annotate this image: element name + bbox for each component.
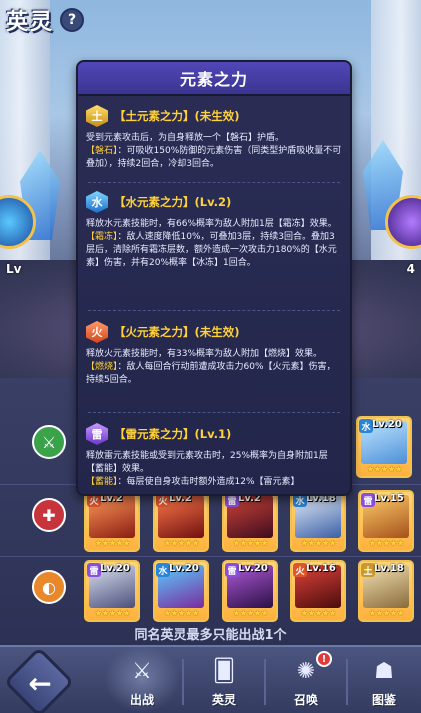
section-name: 【土元素之力】(未生效) bbox=[114, 109, 240, 123]
attack-role-icon[interactable]: ⚔ bbox=[32, 425, 66, 459]
star-rating: ★★★★★ bbox=[163, 539, 199, 549]
defense-role-icon[interactable]: ✚ bbox=[32, 498, 66, 532]
hero-card[interactable]: 水 Lv.18 ★★★★★ bbox=[290, 490, 346, 552]
nav-tab-label: 英灵 bbox=[211, 693, 236, 707]
thunder-power-section: 雷 【雷元素之力】(Lv.1) 释放雷元素技能或受到元素攻击时，25%概率为自身… bbox=[86, 422, 342, 489]
hero-level: Lv.20 bbox=[238, 563, 268, 574]
keyword: 【蓄能】 bbox=[86, 477, 118, 487]
hero-card[interactable]: 雷 Lv.2 ★★★★★ bbox=[222, 490, 278, 552]
keyword-text: ：敌人每回合行动前遭成攻击力60%【火元素】伤害，持续5回合。 bbox=[86, 362, 336, 385]
section-divider bbox=[88, 412, 340, 413]
hero-card[interactable]: 雷 Lv.15 ★★★★★ bbox=[358, 490, 414, 552]
thunder-element-icon: 雷 bbox=[225, 563, 239, 577]
hero-level: Lv.20 bbox=[100, 563, 130, 574]
keyword: 【霜冻】 bbox=[86, 232, 118, 242]
hero-level: Lv.18 bbox=[374, 563, 404, 574]
page-header: 英灵 ? bbox=[6, 4, 85, 36]
hero-card[interactable]: 雷 Lv.20 ★★★★★ bbox=[222, 560, 278, 622]
bottom-nav: ← ⚔ 出战 🂠 英灵 ✺ 召唤 ! ☗ 图鉴 bbox=[0, 645, 421, 713]
section-divider bbox=[88, 310, 340, 311]
section-description: 释放火元素技能时，有33%概率为敌人附加【燃烧】效果。 【燃烧】：敌人每回合行动… bbox=[86, 348, 342, 387]
hero-level: Lv.16 bbox=[306, 563, 336, 574]
help-button[interactable]: ? bbox=[60, 8, 85, 32]
star-rating: ★★★★★ bbox=[232, 609, 268, 619]
hero-level: Lv.15 bbox=[374, 493, 404, 504]
earth-power-section: 土 【土元素之力】(未生效) 受到元素攻击后，为自身释放一个【磐石】护盾。 【磐… bbox=[86, 104, 342, 171]
book-icon: ☗ bbox=[374, 658, 394, 684]
keyword: 【燃烧】 bbox=[86, 362, 118, 372]
hero-card[interactable]: 水 Lv.20 ★★★★★ bbox=[356, 416, 412, 478]
crossed-swords-icon: ⚔ bbox=[132, 658, 152, 684]
section-name: 【水元素之力】(Lv.2) bbox=[114, 195, 232, 209]
keyword-text: ：每层使自身攻击时额外造成12%【雷元素】 bbox=[117, 477, 300, 487]
star-rating: ★★★★★ bbox=[366, 465, 402, 475]
water-power-section: 水 【水元素之力】(Lv.2) 释放水元素技能时，有66%概率为敌人附加1层【霜… bbox=[86, 190, 342, 270]
star-rating: ★★★★★ bbox=[368, 539, 404, 549]
nav-tab-deploy[interactable]: ⚔ 出战 bbox=[104, 645, 180, 713]
popup-header: 元素之力 bbox=[78, 62, 350, 96]
row-divider bbox=[0, 556, 421, 557]
water-element-icon: 水 bbox=[359, 419, 373, 433]
nav-divider bbox=[264, 659, 266, 705]
back-arrow-icon: ← bbox=[28, 666, 52, 700]
nav-divider bbox=[346, 659, 348, 705]
cards-icon: 🂠 bbox=[212, 658, 236, 684]
section-description: 受到元素攻击后，为自身释放一个【磐石】护盾。 【磐石】：可吸收150%防御的元素… bbox=[86, 132, 342, 171]
star-rating: ★★★★★ bbox=[300, 539, 336, 549]
nav-tab-label: 图鉴 bbox=[371, 693, 396, 707]
nav-tab-label: 出战 bbox=[129, 693, 154, 707]
right-slot-level: 4 bbox=[406, 262, 415, 276]
keyword-text: ：可吸收150%防御的元素伤害（同类型护盾吸收量不可叠加），持续2回合，冷却3回… bbox=[86, 146, 342, 169]
section-name: 【火元素之力】(未生效) bbox=[114, 325, 240, 339]
nav-tab-heroes[interactable]: 🂠 英灵 bbox=[192, 653, 256, 711]
nav-tab-codex[interactable]: ☗ 图鉴 bbox=[352, 653, 416, 711]
thunder-element-icon: 雷 bbox=[87, 563, 101, 577]
nav-divider bbox=[182, 659, 184, 705]
hero-card[interactable]: 火 Lv.2 ★★★★★ bbox=[153, 490, 209, 552]
effect-text: 受到元素攻击后，为自身释放一个【磐石】护盾。 bbox=[86, 133, 285, 143]
water-element-icon: 水 bbox=[86, 191, 108, 213]
section-divider bbox=[88, 182, 340, 183]
thunder-element-icon: 雷 bbox=[86, 423, 108, 445]
same-hero-limit-note: 同名英灵最多只能出战1个 bbox=[134, 628, 287, 643]
element-power-popup[interactable]: 元素之力 土 【土元素之力】(未生效) 受到元素攻击后，为自身释放一个【磐石】护… bbox=[76, 60, 352, 496]
section-description: 释放雷元素技能或受到元素攻击时，25%概率为自身附加1层【蓄能】效果。 【蓄能】… bbox=[86, 450, 342, 489]
fire-element-icon: 火 bbox=[86, 321, 108, 343]
water-element-icon: 水 bbox=[156, 563, 170, 577]
hero-card[interactable]: 火 Lv.2 ★★★★★ bbox=[84, 490, 140, 552]
star-rating: ★★★★★ bbox=[368, 609, 404, 619]
star-rating: ★★★★★ bbox=[163, 609, 199, 619]
section-name: 【雷元素之力】(Lv.1) bbox=[114, 427, 232, 441]
hero-level: Lv.20 bbox=[372, 419, 402, 430]
hero-card[interactable]: 水 Lv.20 ★★★★★ bbox=[153, 560, 209, 622]
support-role-icon[interactable]: ◐ bbox=[32, 570, 66, 604]
effect-text: 释放雷元素技能或受到元素攻击时，25%概率为自身附加1层【蓄能】效果。 bbox=[86, 451, 328, 474]
earth-element-icon: 土 bbox=[86, 105, 108, 127]
fire-element-icon: 火 bbox=[293, 563, 307, 577]
nav-tab-summon[interactable]: ✺ 召唤 ! bbox=[274, 651, 338, 711]
hero-card[interactable]: 火 Lv.16 ★★★★★ bbox=[290, 560, 346, 622]
star-rating: ★★★★★ bbox=[94, 539, 130, 549]
star-rating: ★★★★★ bbox=[300, 609, 336, 619]
star-rating: ★★★★★ bbox=[232, 539, 268, 549]
section-description: 释放水元素技能时，有66%概率为敌人附加1层【霜冻】效果。 【霜冻】：敌人速度降… bbox=[86, 218, 342, 270]
hero-level: Lv.20 bbox=[169, 563, 199, 574]
thunder-element-icon: 雷 bbox=[361, 493, 375, 507]
star-rating: ★★★★★ bbox=[94, 609, 130, 619]
effect-text: 释放水元素技能时，有66%概率为敌人附加1层【霜冻】效果。 bbox=[86, 219, 337, 229]
popup-title: 元素之力 bbox=[179, 70, 248, 89]
hero-card[interactable]: 土 Lv.18 ★★★★★ bbox=[358, 560, 414, 622]
notification-badge: ! bbox=[316, 651, 332, 667]
page-title: 英灵 bbox=[6, 10, 55, 35]
fire-power-section: 火 【火元素之力】(未生效) 释放火元素技能时，有33%概率为敌人附加【燃烧】效… bbox=[86, 320, 342, 387]
keyword: 【磐石】 bbox=[86, 146, 118, 156]
nav-tab-label: 召唤 bbox=[293, 693, 318, 707]
keyword-text: ：敌人速度降低10%，可叠加3层，持续3回合。叠加3层后，清除所有霜冻层数，额外… bbox=[86, 232, 337, 268]
earth-element-icon: 土 bbox=[361, 563, 375, 577]
hero-card[interactable]: 雷 Lv.20 ★★★★★ bbox=[84, 560, 140, 622]
effect-text: 释放火元素技能时，有33%概率为敌人附加【燃烧】效果。 bbox=[86, 349, 323, 359]
help-icon: ? bbox=[67, 12, 77, 28]
left-slot-level: Lv bbox=[6, 262, 22, 276]
